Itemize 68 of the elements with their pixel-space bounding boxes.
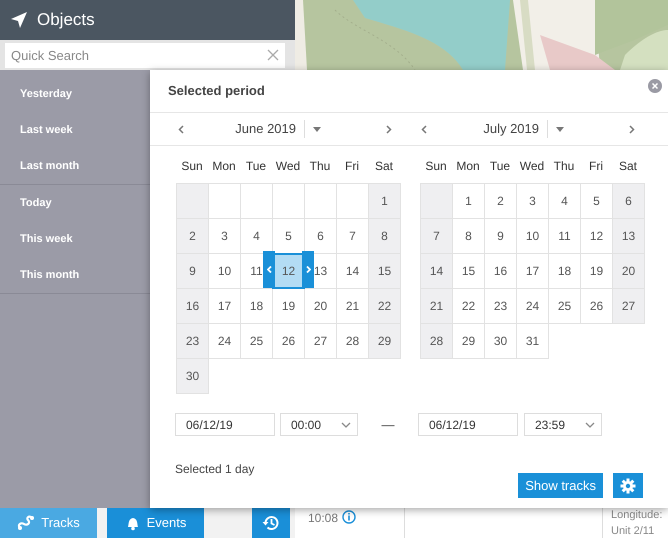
day-cell[interactable]: 27 (612, 288, 645, 324)
day-cell[interactable]: 16 (176, 288, 209, 324)
weekday-label: Fri (344, 158, 360, 175)
chevron-left-icon[interactable] (178, 124, 184, 134)
day-cell[interactable]: 13 (612, 218, 645, 254)
dialog-title: Selected period (168, 82, 265, 100)
weekday-label: Sat (618, 158, 638, 175)
chevron-right-icon[interactable] (629, 124, 635, 134)
route-icon (17, 515, 36, 531)
day-cell[interactable]: 8 (368, 218, 401, 254)
weekday-label: Wed (274, 158, 302, 175)
time-select[interactable]: 23:59 (524, 413, 602, 436)
weekday-label: Thu (552, 158, 576, 175)
history-button[interactable] (252, 508, 290, 538)
day-cell[interactable]: 2 (176, 218, 209, 254)
day-cell[interactable]: 28 (420, 323, 453, 359)
chevron-down-icon (585, 422, 595, 428)
day-cell[interactable]: 31 (516, 323, 549, 359)
search-field[interactable]: Quick Search (5, 42, 285, 68)
range-end-handle[interactable] (302, 251, 314, 288)
day-cell[interactable]: 6 (612, 183, 645, 219)
time-select[interactable]: 00:00 (280, 413, 358, 436)
date-field[interactable]: 06/12/19 (175, 413, 275, 436)
range-start-handle[interactable] (263, 251, 275, 288)
month-title[interactable]: July 2019 (435, 119, 539, 139)
day-cell[interactable]: 9 (176, 253, 209, 289)
range-separator: — (380, 416, 396, 434)
detail-text: Longitude: (611, 509, 662, 522)
day-cell[interactable]: 21 (420, 288, 453, 324)
bottom-tab[interactable]: Events (107, 508, 204, 538)
clear-icon[interactable] (267, 48, 279, 60)
detail-text: Unit 2/11 (611, 525, 656, 538)
day-cell[interactable]: 7 (420, 218, 453, 254)
caret-down-icon[interactable] (556, 126, 564, 132)
weekday-label: Fri (588, 158, 604, 175)
day-cell[interactable]: 14 (420, 253, 453, 289)
weekday-label: Sat (374, 158, 394, 175)
weekday-label: Mon (455, 158, 481, 175)
day-cell[interactable]: 20 (612, 253, 645, 289)
day-cell[interactable]: 22 (368, 288, 401, 324)
panel-title: Objects (37, 9, 95, 32)
weekday-label: Sun (424, 158, 448, 175)
history-icon (262, 514, 280, 532)
day-cell[interactable]: 29 (368, 323, 401, 359)
time-text: 10:08 (308, 510, 338, 527)
weekday-label: Wed (518, 158, 546, 175)
day-cell[interactable]: 15 (368, 253, 401, 289)
weekday-label: Sun (180, 158, 204, 175)
close-button[interactable] (648, 79, 662, 93)
gear-icon (620, 478, 636, 494)
close-icon[interactable] (652, 83, 658, 89)
chevron-left-icon[interactable] (421, 124, 427, 134)
weekday-label: Mon (211, 158, 237, 175)
info-icon[interactable] (342, 510, 356, 524)
selection-summary: Selected 1 day (175, 461, 254, 478)
weekday-label: Tue (488, 158, 512, 175)
chevron-down-icon (341, 422, 351, 428)
day-cell[interactable]: 1 (368, 183, 401, 219)
weekday-label: Thu (308, 158, 332, 175)
day-cell[interactable]: 23 (176, 323, 209, 359)
caret-down-icon[interactable] (313, 126, 321, 132)
weekday-label: Tue (244, 158, 268, 175)
navigation-icon (10, 11, 28, 29)
day-cell[interactable]: 30 (176, 358, 209, 394)
chevron-right-icon[interactable] (386, 124, 392, 134)
settings-button[interactable] (613, 473, 643, 498)
date-field[interactable]: 06/12/19 (418, 413, 518, 436)
month-title[interactable]: June 2019 (192, 119, 296, 139)
